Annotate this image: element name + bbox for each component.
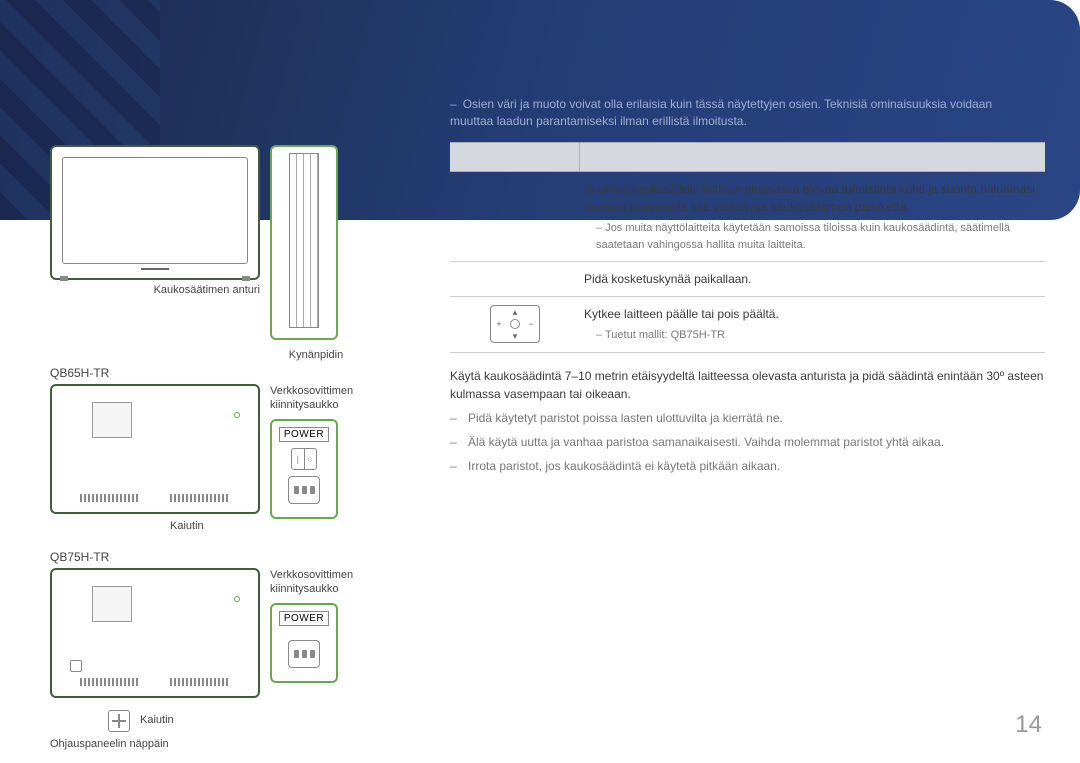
banner-disclaimer: ‒Osien väri ja muoto voivat olla erilais… [450, 96, 1020, 130]
dpad-icon: ▴ +− ▾ [490, 305, 540, 343]
diagram-back-65 [50, 384, 260, 514]
table-header [450, 143, 1045, 172]
power-text-65: POWER [279, 427, 329, 442]
power-text-75: POWER [279, 611, 329, 626]
label-speaker-65: Kaiutin [170, 520, 260, 532]
row2-desc: Pidä kosketuskynää paikallaan. [584, 270, 1041, 288]
diagram-back-75 [50, 568, 260, 698]
bullet-2: Älä käytä uutta ja vanhaa paristoa saman… [468, 433, 944, 451]
row3-desc: Kytkee laitteen päälle tai pois päältä. [584, 305, 1041, 323]
row3-note: Tuetut mallit: QB75H-TR [584, 327, 1041, 344]
disclaimer-text: Osien väri ja muoto voivat olla erilaisi… [450, 97, 992, 128]
label-pen-holder: Kynänpidin [282, 349, 350, 361]
label-cord-hole-75: Verkkosovittimen kiinnitysaukko [270, 568, 380, 597]
distance-note: Käytä kaukosäädintä 7–10 metrin etäisyyd… [450, 367, 1045, 403]
page-number: 14 [1015, 711, 1042, 739]
diagram-screen-front [50, 145, 260, 280]
content-column: Suuntaa kaukosäädin laitteen etuosassa o… [450, 142, 1045, 475]
table-row: ▴ +− ▾ Kytkee laitteen päälle tai pois p… [450, 297, 1045, 353]
label-speaker-75: Kaiutin [140, 714, 174, 726]
diagrams-column: Kaukosäätimen anturi Kynänpidin QB65H-TR… [50, 145, 400, 750]
row1-note: Jos muita näyttölaitteita käytetään samo… [584, 220, 1041, 253]
row1-desc: Suuntaa kaukosäädin laitteen etuosassa o… [584, 180, 1041, 216]
diagram-power-75: POWER [270, 603, 338, 683]
power-plug-icon-75 [288, 640, 320, 668]
power-plug-icon [288, 476, 320, 504]
bullet-1: Pidä käytetyt paristot poissa lasten ulo… [468, 409, 783, 427]
table-row: Pidä kosketuskynää paikallaan. [450, 262, 1045, 297]
diagram-power-65: POWER |○ [270, 419, 338, 519]
notes-block: Käytä kaukosäädintä 7–10 metrin etäisyyd… [450, 367, 1045, 475]
table-row: Suuntaa kaukosäädin laitteen etuosassa o… [450, 172, 1045, 262]
label-remote-sensor: Kaukosäätimen anturi [50, 284, 260, 296]
power-switch-icon: |○ [291, 448, 317, 470]
control-button-icon [108, 710, 130, 732]
label-control-panel: Ohjauspaneelin näppäin [50, 738, 260, 750]
feature-table: Suuntaa kaukosäädin laitteen etuosassa o… [450, 142, 1045, 353]
label-model-65: QB65H-TR [50, 366, 400, 380]
bullet-3: Irrota paristot, jos kaukosäädintä ei kä… [468, 457, 780, 475]
label-model-75: QB75H-TR [50, 550, 400, 564]
label-cord-hole-65: Verkkosovittimen kiinnitysaukko [270, 384, 380, 413]
diagram-pen-holder [270, 145, 338, 340]
